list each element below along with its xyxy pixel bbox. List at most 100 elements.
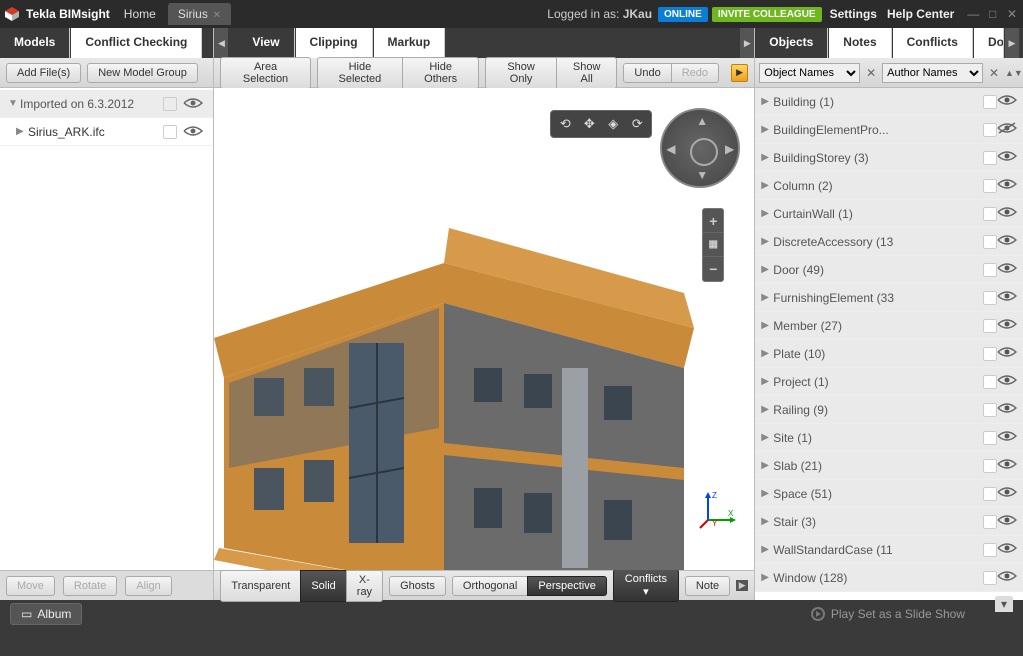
object-row[interactable]: ▶Member (27): [755, 312, 1023, 340]
move-button[interactable]: Move: [6, 576, 55, 596]
object-visibility-icon[interactable]: [997, 178, 1017, 193]
object-names-filter[interactable]: Object Names: [759, 63, 860, 83]
tab-documents[interactable]: Doc: [974, 28, 1004, 58]
area-selection-button[interactable]: Area Selection: [220, 57, 310, 89]
object-visibility-icon[interactable]: [997, 346, 1017, 361]
tab-project[interactable]: Sirius ✕: [168, 3, 231, 25]
object-checkbox[interactable]: [983, 151, 997, 165]
object-checkbox[interactable]: [983, 123, 997, 137]
expand-arrow-icon[interactable]: ▶: [761, 180, 773, 191]
expand-arrow-icon[interactable]: ▶: [761, 516, 773, 527]
settings-link[interactable]: Settings: [830, 7, 877, 21]
object-checkbox[interactable]: [983, 347, 997, 361]
object-row[interactable]: ▶Column (2): [755, 172, 1023, 200]
object-checkbox[interactable]: [983, 459, 997, 473]
object-checkbox[interactable]: [983, 179, 997, 193]
object-visibility-icon[interactable]: [997, 150, 1017, 165]
xray-button[interactable]: X-ray: [346, 570, 383, 602]
expand-arrow-icon[interactable]: ▶: [761, 572, 773, 583]
object-checkbox[interactable]: [983, 291, 997, 305]
expand-arrow-icon[interactable]: ▶: [761, 96, 773, 107]
zoom-out-icon[interactable]: −: [703, 257, 723, 281]
spin-icon[interactable]: ⟳: [626, 113, 648, 135]
minimize-icon[interactable]: —: [966, 7, 980, 19]
tree-item[interactable]: ▶ Sirius_ARK.ifc: [0, 118, 213, 146]
look-icon[interactable]: ◈: [602, 113, 624, 135]
object-row[interactable]: ▶BuildingElementPro...: [755, 116, 1023, 144]
zoom-in-icon[interactable]: +: [703, 209, 723, 233]
expand-arrow-icon[interactable]: ▶: [761, 292, 773, 303]
object-checkbox[interactable]: [983, 95, 997, 109]
perspective-button[interactable]: Perspective: [527, 576, 606, 596]
clear-filter2-icon[interactable]: ✕: [987, 66, 1001, 80]
object-row[interactable]: ▶Project (1): [755, 368, 1023, 396]
nav-left-icon[interactable]: ◀: [666, 142, 675, 156]
conflicts-toggle-button[interactable]: Conflicts ▾: [613, 569, 679, 602]
expand-arrow-icon[interactable]: ▶: [761, 124, 773, 135]
tab-notes[interactable]: Notes: [829, 28, 891, 58]
object-row[interactable]: ▶Site (1): [755, 424, 1023, 452]
object-visibility-icon[interactable]: [997, 318, 1017, 333]
object-visibility-icon[interactable]: [997, 402, 1017, 417]
object-checkbox[interactable]: [983, 571, 997, 585]
object-row[interactable]: ▶BuildingStorey (3): [755, 144, 1023, 172]
orthogonal-button[interactable]: Orthogonal: [452, 576, 528, 596]
clear-filter1-icon[interactable]: ✕: [864, 66, 878, 80]
object-row[interactable]: ▶Space (51): [755, 480, 1023, 508]
tab-conflict-checking[interactable]: Conflict Checking: [71, 28, 202, 58]
expand-arrow-icon[interactable]: ▶: [761, 376, 773, 387]
expand-arrow-icon[interactable]: ▶: [761, 404, 773, 415]
nav-down-icon[interactable]: ▼: [696, 168, 708, 182]
object-visibility-icon[interactable]: [997, 262, 1017, 277]
play-slideshow-label[interactable]: Play Set as a Slide Show: [831, 607, 965, 621]
object-visibility-icon[interactable]: [997, 122, 1017, 137]
tree-group[interactable]: ▼ Imported on 6.3.2012: [0, 90, 213, 118]
expand-arrow-icon[interactable]: ▶: [761, 208, 773, 219]
expand-arrow-icon[interactable]: ▶: [761, 488, 773, 499]
transparent-button[interactable]: Transparent: [220, 570, 301, 602]
object-visibility-icon[interactable]: [997, 94, 1017, 109]
tab-clipping[interactable]: Clipping: [296, 28, 373, 58]
hide-selected-button[interactable]: Hide Selected: [317, 57, 403, 89]
object-checkbox[interactable]: [983, 319, 997, 333]
object-row[interactable]: ▶Door (49): [755, 256, 1023, 284]
close-tab-icon[interactable]: ✕: [210, 10, 221, 21]
expand-arrow-icon[interactable]: ▶: [761, 320, 773, 331]
show-only-button[interactable]: Show Only: [485, 57, 557, 89]
sort-icon[interactable]: ▲▼: [1005, 68, 1019, 78]
object-row[interactable]: ▶WallStandardCase (11: [755, 536, 1023, 564]
object-row[interactable]: ▶Window (128): [755, 564, 1023, 592]
object-row[interactable]: ▶Building (1): [755, 88, 1023, 116]
object-visibility-icon[interactable]: [997, 542, 1017, 557]
expand-arrow-icon[interactable]: ▶: [761, 348, 773, 359]
toolbar-overflow-icon[interactable]: ▶: [736, 580, 748, 591]
play-slideshow-icon[interactable]: [811, 607, 825, 621]
object-checkbox[interactable]: [983, 375, 997, 389]
object-row[interactable]: ▶FurnishingElement (33: [755, 284, 1023, 312]
new-model-group-button[interactable]: New Model Group: [87, 63, 198, 83]
object-checkbox[interactable]: [983, 235, 997, 249]
object-visibility-icon[interactable]: [997, 458, 1017, 473]
tab-models[interactable]: Models: [0, 28, 70, 58]
solid-button[interactable]: Solid: [300, 570, 346, 602]
play-toolbar-icon[interactable]: ▶: [731, 64, 748, 82]
tab-home[interactable]: Home: [114, 3, 166, 25]
object-visibility-icon[interactable]: [997, 486, 1017, 501]
expand-arrow-icon[interactable]: ▶: [761, 152, 773, 163]
hide-others-button[interactable]: Hide Others: [402, 57, 479, 89]
object-checkbox[interactable]: [983, 431, 997, 445]
object-checkbox[interactable]: [983, 403, 997, 417]
undo-button[interactable]: Undo: [623, 63, 671, 83]
object-checkbox[interactable]: [983, 543, 997, 557]
object-visibility-icon[interactable]: [997, 206, 1017, 221]
object-checkbox[interactable]: [983, 515, 997, 529]
object-row[interactable]: ▶Slab (21): [755, 452, 1023, 480]
object-row[interactable]: ▶CurtainWall (1): [755, 200, 1023, 228]
tab-markup[interactable]: Markup: [374, 28, 446, 58]
nav-up-icon[interactable]: ▲: [696, 114, 708, 128]
close-window-icon[interactable]: ✕: [1005, 7, 1019, 19]
redo-button[interactable]: Redo: [671, 63, 719, 83]
expand-arrow-icon[interactable]: ▶: [761, 432, 773, 443]
tabs-overflow-icon[interactable]: ▶: [1005, 28, 1019, 58]
object-row[interactable]: ▶DiscreteAccessory (13: [755, 228, 1023, 256]
